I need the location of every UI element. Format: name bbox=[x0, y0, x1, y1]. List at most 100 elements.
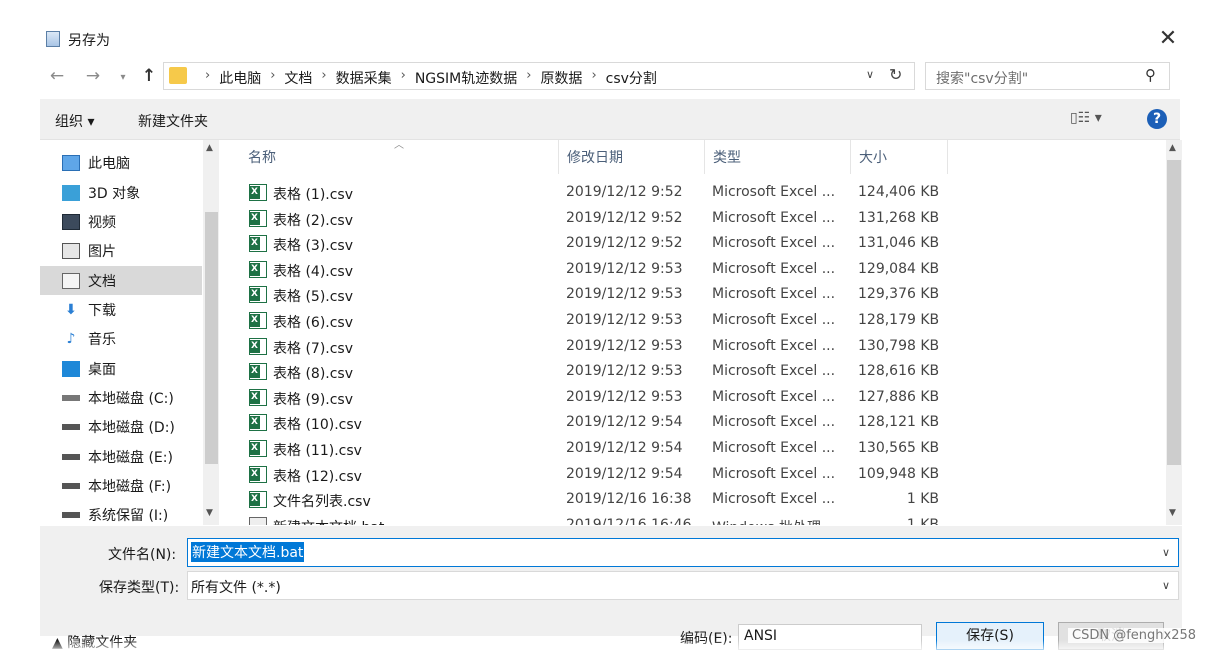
file-list-scrollbar-thumb[interactable] bbox=[1167, 160, 1181, 465]
file-date: 2019/12/12 9:54 bbox=[566, 440, 683, 456]
scroll-up-icon[interactable]: ▲ bbox=[1169, 143, 1176, 153]
file-date: 2019/12/12 9:53 bbox=[566, 260, 683, 277]
nav-item-drive-d[interactable]: 本地磁盘 (D:) bbox=[40, 412, 202, 441]
file-type: Microsoft Excel ... bbox=[712, 414, 836, 431]
scroll-down-icon[interactable]: ▼ bbox=[1169, 508, 1176, 518]
save-type-dropdown-icon[interactable]: ∨ bbox=[1162, 579, 1170, 592]
excel-file-icon: X bbox=[249, 440, 267, 457]
file-type: Microsoft Excel ... bbox=[712, 363, 836, 380]
breadcrumb-item[interactable]: 文档 bbox=[284, 68, 312, 88]
drive-icon bbox=[62, 423, 80, 430]
breadcrumb-item[interactable]: 原数据 bbox=[540, 68, 582, 88]
file-date: 2019/12/12 9:54 bbox=[566, 414, 683, 431]
nav-item-this-pc[interactable]: 此电脑 bbox=[40, 148, 202, 177]
breadcrumb-item[interactable]: 此电脑 bbox=[219, 68, 261, 88]
nav-scrollbar-thumb[interactable] bbox=[205, 212, 218, 464]
scroll-up-icon[interactable]: ▲ bbox=[206, 143, 213, 153]
save-type-label: 保存类型(T): bbox=[99, 580, 180, 596]
search-placeholder: 搜索"csv分割" bbox=[936, 71, 1029, 87]
recent-locations-chevron-icon[interactable]: ▾ bbox=[112, 72, 134, 83]
file-size: 129,084 KB bbox=[858, 260, 940, 277]
file-type: Microsoft Excel ... bbox=[712, 260, 836, 277]
breadcrumb-item[interactable]: 数据采集 bbox=[336, 68, 392, 88]
nav-item-documents[interactable]: 文档 bbox=[40, 266, 202, 295]
file-name: 表格 (8).csv bbox=[273, 366, 354, 383]
file-type: Microsoft Excel ... bbox=[712, 235, 836, 252]
pictures-icon bbox=[62, 242, 80, 259]
documents-icon bbox=[62, 272, 80, 289]
filename-dropdown-icon[interactable]: ∨ bbox=[1162, 546, 1170, 559]
forward-arrow-icon[interactable]: → bbox=[82, 66, 104, 86]
file-date: 2019/12/12 9:53 bbox=[566, 388, 683, 405]
refresh-icon[interactable]: ↻ bbox=[889, 65, 902, 84]
dialog-title: 另存为 bbox=[68, 33, 110, 49]
file-row[interactable]: X 表格 (11).csv 2019/12/12 9:54 Microsoft Exc… bbox=[240, 436, 950, 462]
back-arrow-icon[interactable]: ← bbox=[46, 66, 68, 86]
nav-item-pictures[interactable]: 图片 bbox=[40, 236, 202, 265]
file-row[interactable]: X 表格 (2).csv 2019/12/12 9:52 Microsoft Exce… bbox=[240, 206, 950, 232]
scroll-down-icon[interactable]: ▼ bbox=[206, 508, 213, 518]
column-header-type[interactable]: 类型 bbox=[704, 140, 850, 174]
nav-item-downloads[interactable]: ⬇ 下载 bbox=[40, 295, 202, 324]
file-type: Microsoft Excel ... bbox=[712, 491, 836, 508]
file-name: 文件名列表.csv bbox=[273, 494, 371, 511]
drive-icon bbox=[62, 511, 80, 518]
bottom-fade bbox=[0, 640, 1212, 654]
file-row[interactable]: 新建文本文档.bat 2019/12/16 16:46 Windows 批处理...… bbox=[240, 513, 950, 525]
file-row[interactable]: X 表格 (5).csv 2019/12/12 9:53 Microsoft Exce… bbox=[240, 282, 950, 308]
column-header-size[interactable]: 大小 bbox=[850, 140, 948, 174]
file-date: 2019/12/12 9:52 bbox=[566, 209, 683, 226]
file-row[interactable]: X 表格 (6).csv 2019/12/12 9:53 Microsoft Exce… bbox=[240, 308, 950, 334]
organize-button[interactable]: 组织 ▾ bbox=[55, 111, 94, 131]
file-list: X 表格 (1).csv 2019/12/12 9:52 Microsoft Exce… bbox=[240, 180, 1180, 525]
nav-item-drive-c[interactable]: 本地磁盘 (C:) bbox=[40, 383, 202, 412]
file-type: Microsoft Excel ... bbox=[712, 209, 836, 226]
view-options-icon[interactable]: ▯☷ ▾ bbox=[1070, 110, 1102, 126]
file-type: Microsoft Excel ... bbox=[712, 465, 836, 482]
file-name: 表格 (3).csv bbox=[273, 238, 354, 255]
file-row[interactable]: X 表格 (12).csv 2019/12/12 9:54 Microsoft Exc… bbox=[240, 462, 950, 488]
nav-item-drive-f[interactable]: 本地磁盘 (F:) bbox=[40, 471, 202, 500]
column-header-date[interactable]: 修改日期 bbox=[558, 140, 704, 174]
file-size: 129,376 KB bbox=[858, 286, 940, 303]
breadcrumb-item[interactable]: csv分割 bbox=[606, 68, 657, 88]
file-row[interactable]: X 表格 (8).csv 2019/12/12 9:53 Microsoft Exce… bbox=[240, 359, 950, 385]
file-size: 128,616 KB bbox=[858, 363, 940, 380]
file-name: 表格 (9).csv bbox=[273, 391, 354, 408]
filename-input[interactable] bbox=[187, 538, 1179, 567]
excel-file-icon: X bbox=[249, 491, 267, 509]
file-row[interactable]: X 表格 (4).csv 2019/12/12 9:53 Microsoft Exce… bbox=[240, 257, 950, 283]
file-row[interactable]: X 文件名列表.csv 2019/12/16 16:38 Microsoft Exce… bbox=[240, 487, 950, 513]
address-dropdown-icon[interactable]: ∨ bbox=[866, 68, 874, 81]
new-folder-button[interactable]: 新建文件夹 bbox=[138, 111, 208, 131]
file-name: 表格 (4).csv bbox=[273, 263, 354, 280]
nav-item-music[interactable]: ♪ 音乐 bbox=[40, 324, 202, 353]
nav-item-drive-i[interactable]: 系统保留 (I:) bbox=[40, 500, 202, 525]
save-type-select[interactable] bbox=[187, 571, 1179, 600]
download-icon: ⬇ bbox=[65, 301, 77, 318]
file-name: 表格 (10).csv bbox=[273, 417, 362, 434]
nav-item-drive-e[interactable]: 本地磁盘 (E:) bbox=[40, 442, 202, 471]
breadcrumb-item[interactable]: NGSIM轨迹数据 bbox=[415, 68, 517, 88]
up-arrow-icon[interactable]: ↑ bbox=[138, 66, 160, 86]
filename-value[interactable]: 新建文本文档.bat bbox=[191, 542, 305, 562]
help-icon[interactable]: ? bbox=[1147, 109, 1167, 129]
file-size: 127,886 KB bbox=[858, 388, 940, 405]
file-row[interactable]: X 表格 (7).csv 2019/12/12 9:53 Microsoft Exce… bbox=[240, 334, 950, 360]
nav-item-videos[interactable]: 视频 bbox=[40, 207, 202, 236]
file-type: Microsoft Excel ... bbox=[712, 286, 836, 303]
nav-item-desktop[interactable]: 桌面 bbox=[40, 354, 202, 383]
file-date: 2019/12/12 9:52 bbox=[566, 184, 683, 200]
close-icon[interactable]: ✕ bbox=[1158, 26, 1178, 51]
file-row[interactable]: X 表格 (1).csv 2019/12/12 9:52 Microsoft Exce… bbox=[240, 180, 950, 206]
file-row[interactable]: X 表格 (3).csv 2019/12/12 9:52 Microsoft Exce… bbox=[240, 231, 950, 257]
drive-icon bbox=[62, 394, 80, 401]
file-row[interactable]: X 表格 (10).csv 2019/12/12 9:54 Microsoft Exc… bbox=[240, 410, 950, 436]
save-type-value: 所有文件 (*.*) bbox=[191, 580, 281, 596]
desktop-icon bbox=[62, 360, 80, 377]
column-header-name[interactable]: 名称 bbox=[240, 140, 558, 174]
video-icon bbox=[62, 213, 80, 230]
nav-item-3d-objects[interactable]: 3D 对象 bbox=[40, 178, 202, 207]
file-row[interactable]: X 表格 (9).csv 2019/12/12 9:53 Microsoft Exce… bbox=[240, 385, 950, 411]
search-icon[interactable]: ⚲ bbox=[1145, 66, 1156, 84]
